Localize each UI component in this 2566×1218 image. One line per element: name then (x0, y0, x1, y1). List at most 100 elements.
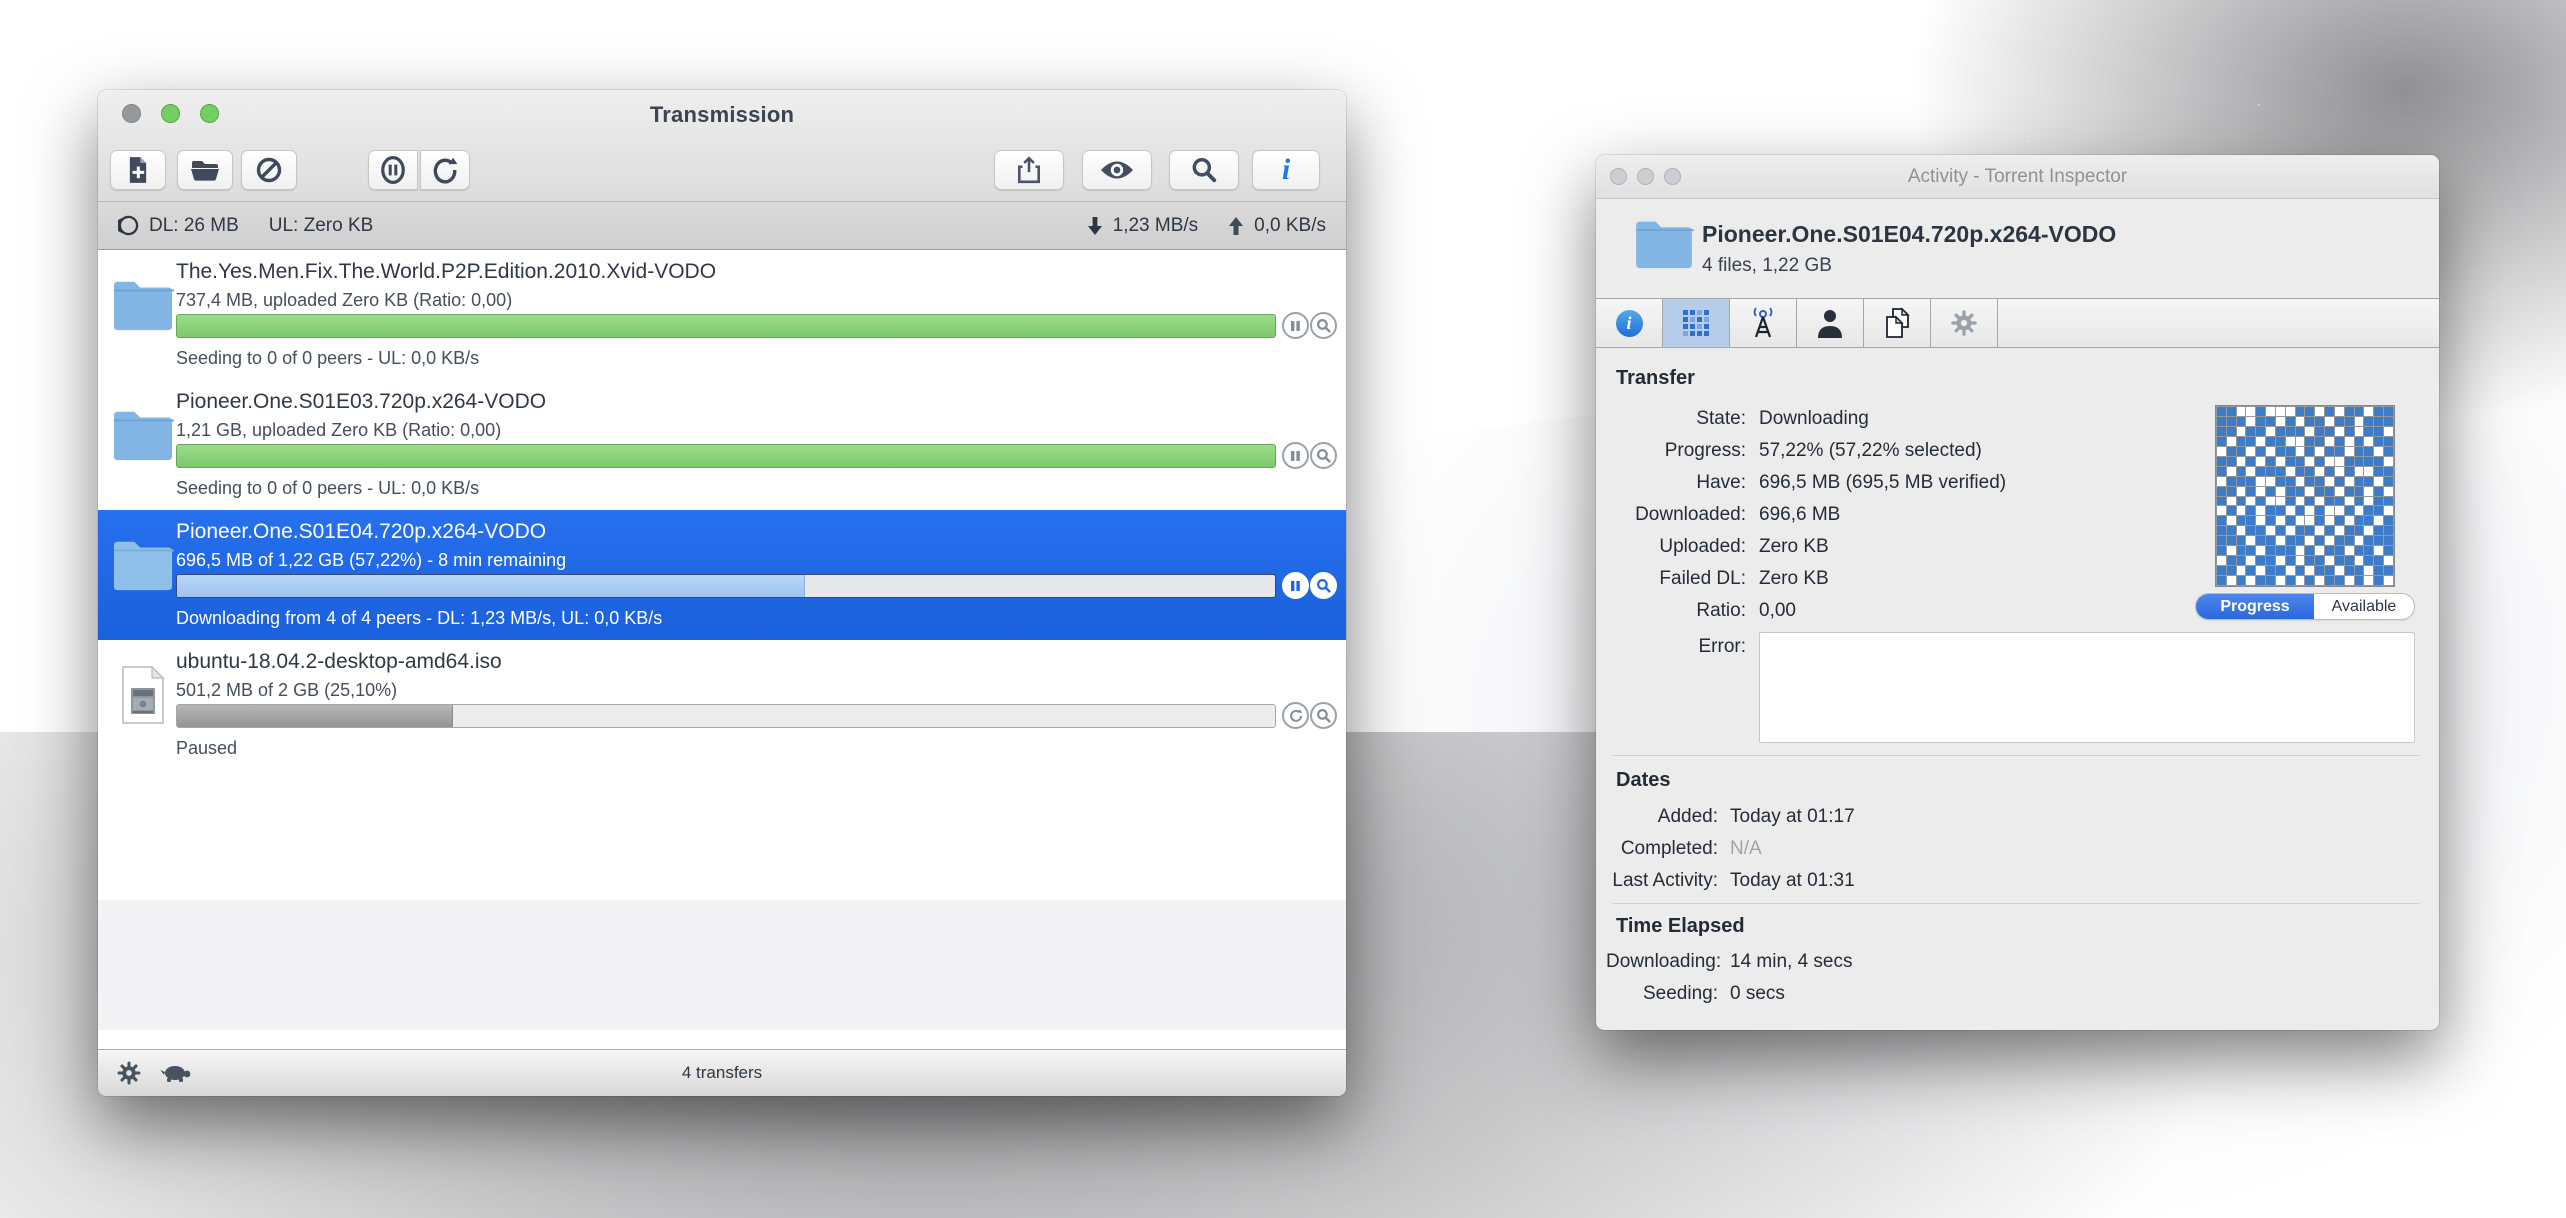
settings-gear-button[interactable] (116, 1060, 142, 1086)
pause-all-button[interactable] (368, 150, 418, 190)
down-arrow-icon (1087, 216, 1102, 235)
pause-icon (1291, 320, 1300, 331)
reveal-torrent-button[interactable] (1310, 312, 1337, 339)
torrent-details: 737,4 MB, uploaded Zero KB (Ratio: 0,00) (176, 290, 513, 310)
field-label: Added: (1657, 806, 1718, 827)
field-value: N/A (1730, 838, 1762, 859)
titlebar[interactable]: Activity - Torrent Inspector (1596, 155, 2439, 199)
field-value: Zero KB (1759, 536, 1829, 557)
pieces-grid-icon (1683, 310, 1709, 336)
torrent-status: Paused (176, 738, 238, 758)
torrent-row-selected[interactable]: Pioneer.One.S01E04.720p.x264-VODO 696,5 … (98, 510, 1346, 640)
torrent-name: Pioneer.One.S01E04.720p.x264-VODO (176, 520, 547, 543)
progress-bar (176, 314, 1276, 338)
tab-info[interactable]: i (1596, 299, 1663, 347)
gear-icon (1951, 310, 1977, 336)
reveal-torrent-button[interactable] (1310, 702, 1337, 729)
progress-bar (176, 704, 1276, 728)
progress-bar (176, 574, 1276, 598)
torrent-name: ubuntu-18.04.2-desktop-amd64.iso (176, 650, 502, 673)
pieces-grid (2215, 405, 2395, 587)
field-label: State: (1696, 408, 1746, 429)
field-label: Completed: (1620, 838, 1718, 859)
total-upload: UL: Zero KB (268, 214, 374, 236)
open-torrent-button[interactable] (177, 150, 233, 190)
torrent-summary: 4 files, 1,22 GB (1702, 255, 1832, 276)
torrent-row[interactable]: The.Yes.Men.Fix.The.World.P2P.Edition.20… (98, 250, 1346, 380)
filter-button[interactable] (1169, 150, 1239, 190)
magnifier-icon (1316, 578, 1331, 593)
inspector-button[interactable]: i (1252, 150, 1320, 190)
tab-files[interactable] (1864, 299, 1931, 347)
field-label: Failed DL: (1659, 568, 1746, 589)
torrent-details: 501,2 MB of 2 GB (25,10%) (176, 680, 398, 700)
gear-icon (117, 1061, 141, 1085)
share-button[interactable] (994, 150, 1064, 190)
torrent-list: The.Yes.Men.Fix.The.World.P2P.Edition.20… (98, 250, 1346, 1049)
torrent-details: 696,5 MB of 1,22 GB (57,22%) - 8 min rem… (176, 550, 567, 570)
remove-button[interactable] (241, 150, 297, 190)
torrent-name: The.Yes.Men.Fix.The.World.P2P.Edition.20… (176, 260, 717, 283)
search-icon (1192, 158, 1217, 183)
torrent-status: Seeding to 0 of 0 peers - UL: 0,0 KB/s (176, 348, 480, 368)
document-add-icon (129, 157, 147, 183)
wallpaper-stars (0, 0, 2, 2)
tab-options[interactable] (1931, 299, 1998, 347)
error-box[interactable] (1759, 632, 2415, 743)
torrent-row[interactable]: Pioneer.One.S01E03.720p.x264-VODO 1,21 G… (98, 380, 1346, 510)
field-value: Today at 01:31 (1730, 870, 1855, 891)
resume-all-button[interactable] (420, 150, 470, 190)
field-label: Downloaded: (1635, 504, 1746, 525)
tab-peers[interactable] (1797, 299, 1864, 347)
tab-activity[interactable] (1663, 299, 1730, 347)
transfer-count: 4 transfers (681, 1063, 763, 1082)
torrent-row[interactable]: ubuntu-18.04.2-desktop-amd64.iso 501,2 M… (98, 640, 1346, 770)
eye-icon (1101, 161, 1133, 179)
field-label: Ratio: (1696, 600, 1746, 621)
field-label: Downloading: (1606, 951, 1722, 972)
total-download: DL: 26 MB (149, 214, 239, 236)
titlebar[interactable]: Transmission i (98, 90, 1346, 202)
folder-icon (113, 281, 174, 331)
tab-tracker[interactable] (1730, 299, 1797, 347)
inspector-window: Activity - Torrent Inspector Pioneer.One… (1596, 155, 2439, 1030)
progress-bar (176, 444, 1276, 468)
iso-file-icon (122, 666, 165, 724)
torrent-name: Pioneer.One.S01E04.720p.x264-VODO (1702, 221, 2117, 247)
bottom-bar: 4 transfers (98, 1049, 1346, 1096)
pause-torrent-button[interactable] (1282, 572, 1309, 599)
quick-look-button[interactable] (1082, 150, 1152, 190)
info-icon: i (1615, 309, 1643, 337)
field-value: 0 secs (1730, 983, 1785, 1004)
window-title: Transmission (649, 102, 795, 127)
pause-icon (1291, 450, 1300, 461)
transmission-window: Transmission i DL: 26 MB UL: Zero KB 1,2… (98, 90, 1346, 1096)
inspector-tabbar: i (1596, 298, 2439, 348)
field-value: 57,22% (57,22% selected) (1759, 440, 1982, 461)
pieces-progress-button[interactable]: Progress (2196, 594, 2314, 619)
info-icon: i (1281, 153, 1291, 186)
folder-icon (113, 411, 174, 461)
antenna-icon (1753, 307, 1773, 338)
divider (1612, 755, 2420, 756)
folder-icon (191, 161, 219, 181)
reveal-torrent-button[interactable] (1310, 442, 1337, 469)
pause-torrent-button[interactable] (1282, 442, 1309, 469)
folder-icon (113, 541, 174, 591)
resume-torrent-button[interactable] (1282, 702, 1309, 729)
speed-limit-turtle-button[interactable] (160, 1062, 192, 1084)
field-value: Downloading (1759, 408, 1869, 429)
torrent-details: 1,21 GB, uploaded Zero KB (Ratio: 0,00) (176, 420, 502, 440)
dates-heading: Dates (1616, 769, 1671, 791)
tabbar-filler (1998, 299, 2439, 347)
time-elapsed-heading: Time Elapsed (1616, 915, 1745, 937)
field-value: 0,00 (1759, 600, 1796, 621)
reveal-torrent-button[interactable] (1310, 572, 1337, 599)
pieces-available-button[interactable]: Available (2314, 594, 2414, 619)
torrent-status: Downloading from 4 of 4 peers - DL: 1,23… (176, 608, 663, 628)
status-bar: DL: 26 MB UL: Zero KB 1,23 MB/s 0,0 KB/s (98, 202, 1346, 250)
error-label: Error: (1698, 636, 1747, 657)
pause-torrent-button[interactable] (1282, 312, 1309, 339)
create-torrent-button[interactable] (110, 150, 166, 190)
field-label: Seeding: (1642, 983, 1718, 1004)
